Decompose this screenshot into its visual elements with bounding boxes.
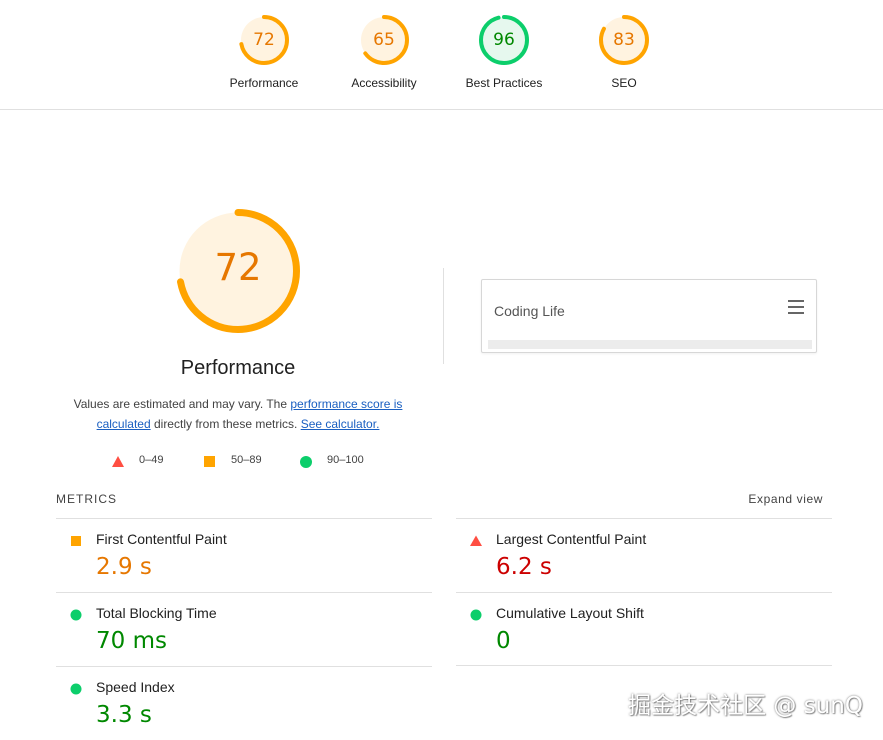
gauge-label: Accessibility: [351, 76, 417, 90]
green-circle-icon: [300, 456, 312, 468]
metric-speed-index[interactable]: Speed Index 3.3 s: [56, 666, 432, 740]
gauge-label: Best Practices: [465, 76, 543, 90]
orange-square-icon: [71, 536, 81, 546]
metric-value: 6.2 s: [496, 554, 552, 580]
metric-first-contentful-paint[interactable]: First Contentful Paint 2.9 s: [56, 518, 432, 592]
red-triangle-icon: [112, 456, 124, 467]
orange-square-icon: [204, 456, 215, 467]
legend-label: 90–100: [327, 454, 364, 466]
category-gauge-accessibility[interactable]: 65 Accessibility: [324, 14, 444, 104]
metric-value: 3.3 s: [96, 702, 152, 728]
category-gauge-best-practices[interactable]: 96 Best Practices: [444, 14, 564, 104]
green-circle-icon: [70, 609, 82, 621]
legend-label: 0–49: [139, 454, 164, 466]
performance-description: Values are estimated and may vary. The p…: [58, 394, 418, 434]
category-gauge-performance[interactable]: 72 Performance: [204, 14, 324, 104]
metric-total-blocking-time[interactable]: Total Blocking Time 70 ms: [56, 592, 432, 666]
performance-main-score: 72: [214, 246, 262, 289]
metric-name: Speed Index: [96, 679, 175, 695]
metric-value: 70 ms: [96, 628, 167, 654]
description-text: directly from these metrics.: [150, 417, 301, 431]
final-screenshot[interactable]: Coding Life: [481, 279, 817, 353]
watermark: 掘金技术社区 @ sunQ: [628, 693, 863, 719]
metric-largest-contentful-paint[interactable]: Largest Contentful Paint 6.2 s: [456, 518, 832, 592]
category-summary-bar: 72 Performance 65 Accessibility 96 Best …: [0, 0, 883, 110]
green-circle-icon: [70, 683, 82, 695]
gauge-score: 83: [613, 30, 635, 50]
hamburger-menu-icon: [788, 300, 804, 314]
screenshot-placeholder-bar: [488, 340, 812, 349]
description-text: Values are estimated and may vary. The: [73, 397, 291, 411]
expand-view-toggle[interactable]: Expand view: [748, 492, 823, 506]
category-gauge-seo[interactable]: 83 SEO: [564, 14, 684, 104]
gauge-score: 72: [253, 30, 275, 50]
metric-value: 2.9 s: [96, 554, 152, 580]
metric-cumulative-layout-shift[interactable]: Cumulative Layout Shift 0: [456, 592, 832, 666]
red-triangle-icon: [470, 535, 482, 546]
metric-value: 0: [496, 628, 511, 654]
gauge-score: 96: [493, 30, 515, 50]
divider: [443, 268, 444, 364]
metric-name: Cumulative Layout Shift: [496, 605, 644, 621]
screenshot-site-title: Coding Life: [494, 303, 565, 319]
performance-title: Performance: [180, 357, 296, 379]
gauge-label: SEO: [611, 76, 637, 90]
metric-name: Total Blocking Time: [96, 605, 217, 621]
see-calculator-link[interactable]: See calculator.: [301, 417, 380, 431]
metric-name: First Contentful Paint: [96, 531, 227, 547]
gauge-score: 65: [373, 30, 395, 50]
metrics-heading: METRICS: [56, 492, 117, 506]
green-circle-icon: [470, 609, 482, 621]
metric-name: Largest Contentful Paint: [496, 531, 647, 547]
gauge-label: Performance: [229, 76, 299, 90]
legend-label: 50–89: [231, 454, 262, 466]
